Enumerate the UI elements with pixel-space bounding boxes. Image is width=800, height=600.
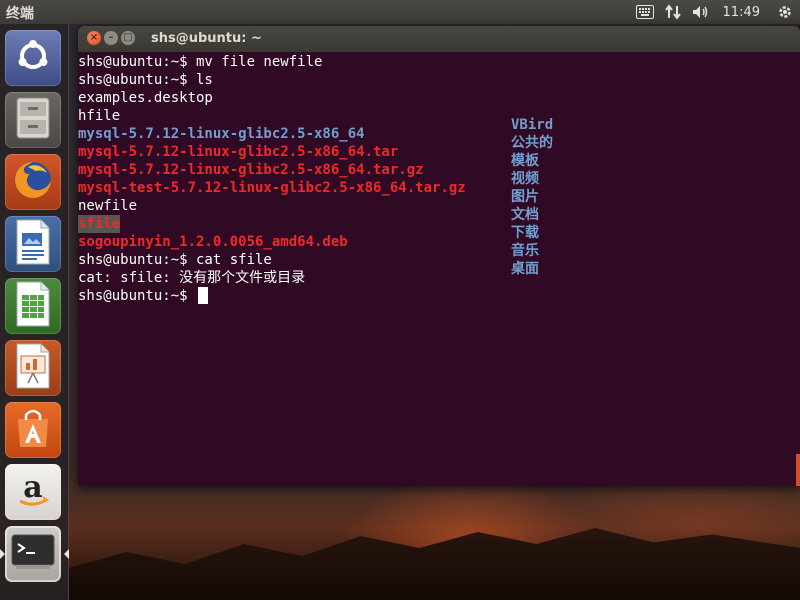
- amazon-icon: a: [13, 470, 53, 514]
- launcher-libreoffice-impress[interactable]: [5, 340, 61, 396]
- terminal-output[interactable]: shs@ubuntu:~$ mv file newfile shs@ubuntu…: [78, 52, 800, 486]
- terminal-line: cat: sfile: 没有那个文件或目录: [78, 270, 306, 286]
- ubuntu-logo-icon: [13, 36, 53, 80]
- ls-column-item: 模板: [511, 153, 539, 169]
- text-cursor: [198, 287, 209, 304]
- volume-icon[interactable]: [687, 0, 715, 24]
- launcher-libreoffice-writer[interactable]: [5, 216, 61, 272]
- terminal-prompt-line: shs@ubuntu:~$: [78, 287, 209, 305]
- svg-text:a: a: [23, 470, 42, 505]
- launcher-libreoffice-calc[interactable]: [5, 278, 61, 334]
- terminal-line: shs@ubuntu:~$ mv file newfile: [78, 54, 323, 70]
- writer-document-icon: [14, 219, 52, 269]
- terminal-line-archive: sogoupinyin_1.2.0.0056_amd64.deb: [78, 234, 348, 250]
- top-panel: 终端 11:49: [0, 0, 800, 24]
- launcher: a: [0, 24, 69, 600]
- terminal-line: hfile: [78, 108, 121, 124]
- calc-spreadsheet-icon: [14, 281, 52, 331]
- terminal-prompt: shs@ubuntu:~$: [78, 288, 197, 304]
- terminal-icon: [10, 533, 56, 575]
- shopping-bag-icon: [13, 407, 53, 453]
- window-title: shs@ubuntu: ~: [151, 31, 262, 46]
- launcher-firefox[interactable]: [5, 154, 61, 210]
- terminal-line-archive: mysql-5.7.12-linux-glibc2.5-x86_64.tar: [78, 144, 399, 160]
- ls-column-item: VBird: [511, 117, 554, 133]
- launcher-amazon[interactable]: a: [5, 464, 61, 520]
- active-app-name: 终端: [6, 6, 34, 22]
- power-gear-icon[interactable]: [770, 0, 800, 24]
- firefox-icon: [12, 159, 54, 205]
- terminal-line: shs@ubuntu:~$ cat sfile: [78, 252, 272, 268]
- launcher-files[interactable]: [5, 92, 61, 148]
- launcher-software-center[interactable]: [5, 402, 61, 458]
- impress-presentation-icon: [14, 343, 52, 393]
- terminal-line-directory: mysql-5.7.12-linux-glibc2.5-x86_64: [78, 126, 365, 142]
- ls-column-item: 文档: [511, 207, 539, 223]
- terminal-line-archive: mysql-test-5.7.12-linux-glibc2.5-x86_64.…: [78, 180, 466, 196]
- launcher-dash-home[interactable]: [5, 30, 61, 86]
- ls-column-item: 下载: [511, 225, 539, 241]
- ls-column-item: 视频: [511, 171, 539, 187]
- window-resize-edge[interactable]: [796, 454, 800, 486]
- window-titlebar[interactable]: × – □ shs@ubuntu: ~: [78, 26, 800, 52]
- close-icon[interactable]: ×: [87, 31, 101, 45]
- terminal-line-archive: mysql-5.7.12-linux-glibc2.5-x86_64.tar.g…: [78, 162, 424, 178]
- terminal-line: examples.desktop: [78, 90, 213, 106]
- terminal-line: newfile: [78, 198, 138, 214]
- launcher-terminal[interactable]: [5, 526, 61, 582]
- clock[interactable]: 11:49: [715, 5, 770, 20]
- ls-column-item: 桌面: [511, 261, 539, 277]
- system-tray: 11:49: [631, 0, 800, 24]
- terminal-window: × – □ shs@ubuntu: ~ shs@ubuntu:~$ mv fil…: [78, 26, 800, 486]
- maximize-icon[interactable]: □: [121, 31, 135, 45]
- network-arrows-icon[interactable]: [659, 0, 687, 24]
- keyboard-icon[interactable]: [631, 0, 659, 24]
- file-cabinet-icon: [13, 96, 53, 144]
- terminal-line-broken-link: sfile: [78, 215, 121, 233]
- running-indicator: [0, 549, 5, 559]
- ls-column-item: 音乐: [511, 243, 539, 259]
- focused-indicator: [64, 549, 69, 559]
- ls-column-item: 图片: [511, 189, 539, 205]
- ls-column-item: 公共的: [511, 135, 553, 151]
- terminal-line: shs@ubuntu:~$ ls: [78, 72, 213, 88]
- minimize-icon[interactable]: –: [104, 31, 118, 45]
